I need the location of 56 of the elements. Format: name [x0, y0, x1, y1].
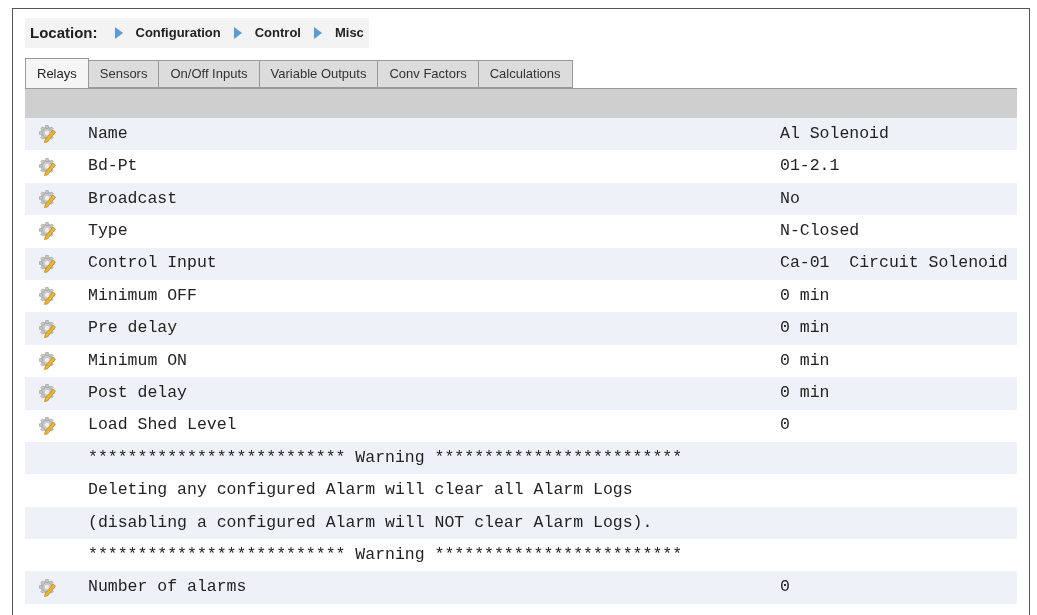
- settings-row[interactable]: Control Input Ca-01 Circuit Solenoid: [25, 247, 1017, 280]
- gear-pencil-icon: [39, 189, 57, 208]
- gear-pencil-icon: [39, 351, 57, 370]
- arrow-icon: [113, 26, 124, 40]
- settings-row[interactable]: Name Al Solenoid: [25, 118, 1017, 151]
- arrow-icon: [232, 26, 243, 40]
- setting-value: 0 min: [780, 317, 830, 340]
- setting-label: Control Input: [88, 252, 218, 275]
- gear-pencil-icon: [39, 319, 57, 338]
- setting-label: (disabling a configured Alarm will NOT clear Alarm Logs).: [88, 511, 654, 534]
- breadcrumb-link[interactable]: Misc: [334, 23, 364, 43]
- gear-pencil-icon: [39, 222, 57, 241]
- setting-value: 0: [780, 576, 790, 599]
- tab[interactable]: Sensors: [88, 60, 160, 88]
- gear-pencil-icon: [39, 287, 57, 306]
- settings-row[interactable]: Pre delay 0 min: [25, 312, 1017, 345]
- gear-pencil-icon: [39, 384, 57, 403]
- setting-label: Minimum OFF: [88, 284, 198, 307]
- settings-row[interactable]: Number of alarms 0: [25, 571, 1017, 604]
- setting-label: Name: [88, 122, 129, 145]
- settings-row[interactable]: Post delay 0 min: [25, 377, 1017, 410]
- setting-label: Deleting any configured Alarm will clear all Alarm Logs: [88, 479, 634, 502]
- settings-row[interactable]: Broadcast No: [25, 182, 1017, 216]
- breadcrumb-link[interactable]: Control: [254, 23, 301, 43]
- setting-label: Post delay: [88, 381, 189, 404]
- setting-value: 0 min: [780, 349, 830, 372]
- tab[interactable]: Conv Factors: [378, 60, 479, 88]
- setting-value: 0: [780, 414, 790, 437]
- location-label: Location:: [30, 22, 98, 43]
- gear-pencil-icon: [39, 254, 57, 273]
- tab[interactable]: Calculations: [478, 60, 573, 88]
- arrow-icon: [312, 26, 323, 40]
- setting-label: Number of alarms: [88, 576, 248, 599]
- breadcrumb-link[interactable]: Configuration: [135, 23, 221, 43]
- setting-value: 01-2.1: [780, 155, 840, 178]
- setting-value: Al Solenoid: [780, 122, 889, 145]
- setting-value: 0 min: [780, 381, 830, 404]
- setting-value: No: [780, 187, 800, 210]
- setting-label: Minimum ON: [88, 349, 189, 372]
- setting-label: Pre delay: [88, 317, 179, 340]
- tab[interactable]: On/Off Inputs: [159, 60, 260, 88]
- setting-label: Broadcast: [88, 187, 179, 210]
- setting-value: N-Closed: [780, 220, 860, 242]
- gear-pencil-icon: [39, 578, 57, 597]
- tab[interactable]: Relays: [25, 58, 89, 88]
- setting-label: Load Shed Level: [88, 414, 238, 437]
- gear-pencil-icon: [39, 125, 57, 144]
- setting-value: 0 min: [780, 284, 830, 307]
- setting-value: Ca-01 Circuit Solenoid: [780, 252, 1008, 275]
- tab[interactable]: Variable Outputs: [259, 60, 379, 88]
- setting-label: ************************** Warning *************************: [88, 543, 684, 566]
- setting-label: ************************** Warning *************************: [88, 446, 684, 469]
- setting-label: Bd-Pt: [88, 155, 139, 178]
- setting-label: Type: [88, 220, 129, 242]
- gear-pencil-icon: [39, 157, 57, 176]
- gear-pencil-icon: [39, 416, 57, 435]
